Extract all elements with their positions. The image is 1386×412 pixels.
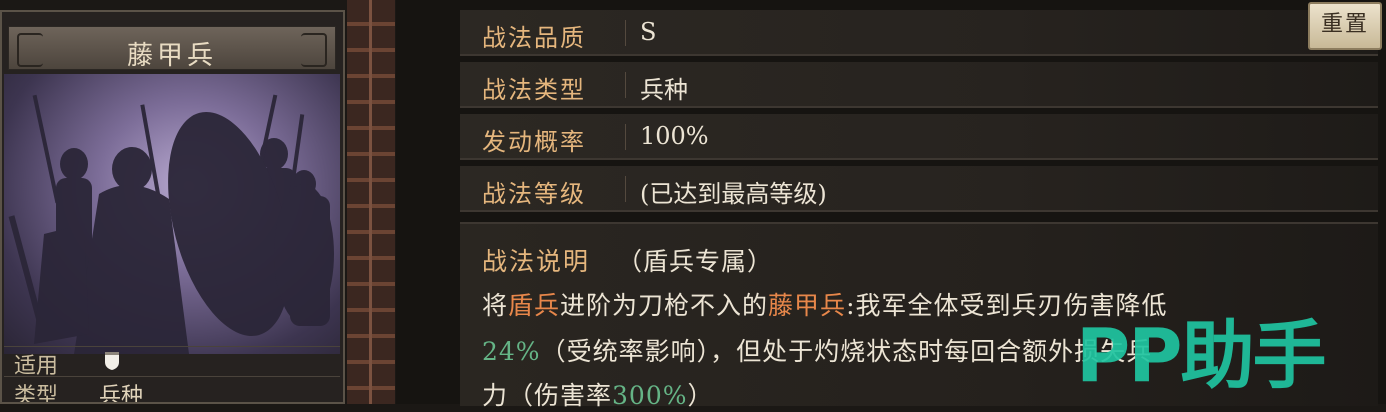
card-row-type: 类型 兵种	[4, 376, 340, 404]
attr-value: S	[640, 18, 657, 46]
card-title: 藤甲兵	[126, 41, 217, 71]
attr-row-level: 战法等级 (已达到最高等级)	[460, 166, 1378, 212]
attr-label: 战法等级	[482, 180, 586, 208]
card-artwork	[4, 74, 340, 354]
highlight-term: 藤甲兵	[768, 291, 847, 320]
attr-row-quality: 战法品质 S	[460, 10, 1378, 56]
description-tag: （盾兵专属）	[616, 247, 773, 276]
attr-value: (已达到最高等级)	[640, 180, 827, 208]
text-segment: 力（伤害率	[482, 381, 613, 410]
reset-button[interactable]: 重置	[1308, 2, 1382, 50]
description-line-3: 力（伤害率300%）	[482, 376, 714, 412]
description-line-1: 将盾兵进阶为刀枪不入的藤甲兵:我军全体受到兵刃伤害降低	[482, 286, 1168, 322]
divider	[625, 124, 626, 150]
card-title-bar: 藤甲兵	[8, 26, 336, 71]
watermark-logo: PP助手	[1076, 313, 1326, 399]
divider	[625, 72, 626, 98]
highlight-number: 24%	[482, 337, 541, 366]
attr-label: 战法品质	[482, 24, 586, 52]
card-row-applicable: 适用	[4, 346, 340, 379]
text-segment: （受统率影响），但处于灼烧状态时每回合额外损失兵	[540, 337, 1153, 366]
shield-icon	[105, 352, 119, 370]
text-segment: 将	[482, 291, 509, 320]
attr-label: 战法类型	[482, 76, 586, 104]
attr-value: 兵种	[640, 76, 688, 104]
tactic-card: 藤甲兵 适用 类型 兵种	[0, 10, 345, 404]
text-segment: 进阶为刀枪不入的	[560, 291, 769, 320]
attr-row-type: 战法类型 兵种	[460, 62, 1378, 108]
description-label: 战法说明	[482, 247, 591, 276]
text-segment: ）	[687, 381, 714, 410]
description-line-2: 24%（受统率影响），但处于灼烧状态时每回合额外损失兵	[482, 332, 1152, 368]
highlight-number: 300%	[612, 381, 688, 410]
attr-label: 发动概率	[482, 128, 586, 156]
highlight-term: 盾兵	[508, 291, 561, 320]
attr-row-probability: 发动概率 100%	[460, 114, 1378, 160]
divider	[625, 20, 626, 46]
card-row-value: 兵种	[99, 384, 144, 404]
description-header: 战法说明 （盾兵专属）	[482, 242, 773, 278]
ornament-right-icon	[301, 33, 327, 67]
attr-value: 100%	[640, 122, 709, 150]
divider	[625, 176, 626, 202]
card-row-label: 类型	[14, 384, 59, 404]
decorative-border	[347, 0, 395, 404]
